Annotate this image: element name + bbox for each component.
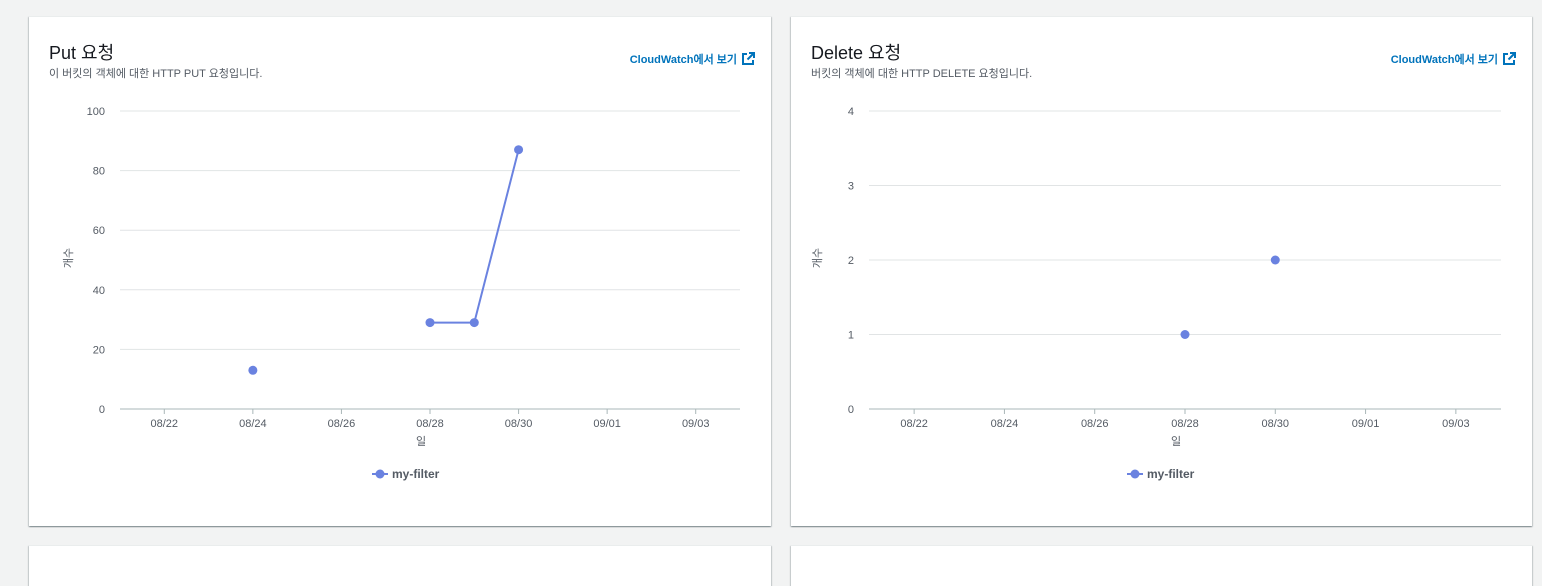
delete-requests-card: Delete 요청 버킷의 객체에 대한 HTTP DELETE 요청입니다. … [791,16,1532,526]
legend: my-filter [372,467,440,481]
x-tick-label: 09/03 [682,418,710,430]
series-line [430,149,520,324]
legend-marker [375,469,385,479]
x-tick-label: 08/30 [1262,418,1290,430]
x-tick-label: 09/03 [1442,418,1470,430]
y-tick-label: 0 [99,404,105,416]
data-point [514,145,524,155]
x-axis-label: 일 [416,434,426,448]
put-requests-card: Put 요청 이 버킷의 객체에 대한 HTTP PUT 요청입니다. Clou… [29,16,771,526]
x-tick-label: 09/01 [593,418,621,430]
y-tick-label: 0 [848,404,854,416]
x-tick-label: 08/30 [505,418,533,430]
y-tick-label: 3 [848,181,854,193]
x-tick-label: 08/24 [239,418,267,430]
x-tick-label: 08/26 [1081,418,1109,430]
x-axis-label: 일 [1171,434,1181,448]
y-axis-label: 개수 [811,248,824,268]
y-tick-label: 80 [93,166,105,178]
legend-marker [1130,469,1140,479]
x-tick-label: 08/26 [328,418,356,430]
x-tick-label: 08/28 [416,418,444,430]
y-axis-label: 개수 [62,248,75,268]
legend: my-filter [1127,467,1195,481]
data-point [248,365,258,375]
x-tick-label: 08/28 [1171,418,1199,430]
next-card-left [29,545,771,586]
data-point [1270,255,1280,265]
x-tick-label: 08/24 [991,418,1019,430]
y-tick-label: 1 [848,330,854,342]
delete-requests-chart: 0 1 2 3 4 08/22 08/24 08/26 08/28 08/30 09/01 09/03… [811,106,1501,481]
put-requests-chart: 0 20 40 60 80 100 08/22 08/24 08/26 08/28 08/30 09/… [62,106,740,481]
data-point [1180,330,1190,339]
x-tick-label: 08/22 [151,418,179,430]
y-tick-label: 2 [848,255,854,267]
x-tick-label: 08/22 [900,418,928,430]
y-tick-label: 4 [848,106,854,118]
legend-label: my-filter [392,467,440,481]
y-tick-label: 60 [93,225,105,237]
data-point [469,318,479,328]
next-card-right [791,545,1532,586]
y-tick-label: 40 [93,285,105,297]
y-tick-label: 100 [87,106,105,118]
x-tick-label: 09/01 [1352,418,1380,430]
y-tick-label: 20 [93,344,105,356]
data-point [425,318,435,328]
legend-label: my-filter [1147,467,1195,481]
